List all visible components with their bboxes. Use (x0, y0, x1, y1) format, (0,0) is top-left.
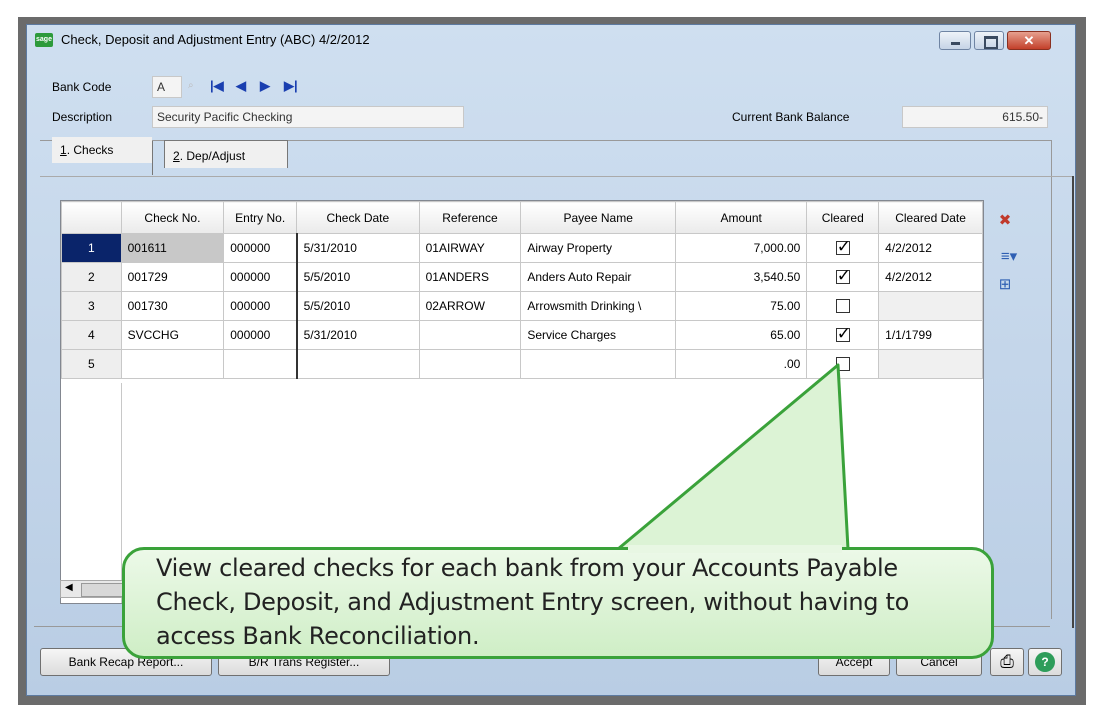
callout-text: View cleared checks for each bank from y… (156, 554, 910, 650)
